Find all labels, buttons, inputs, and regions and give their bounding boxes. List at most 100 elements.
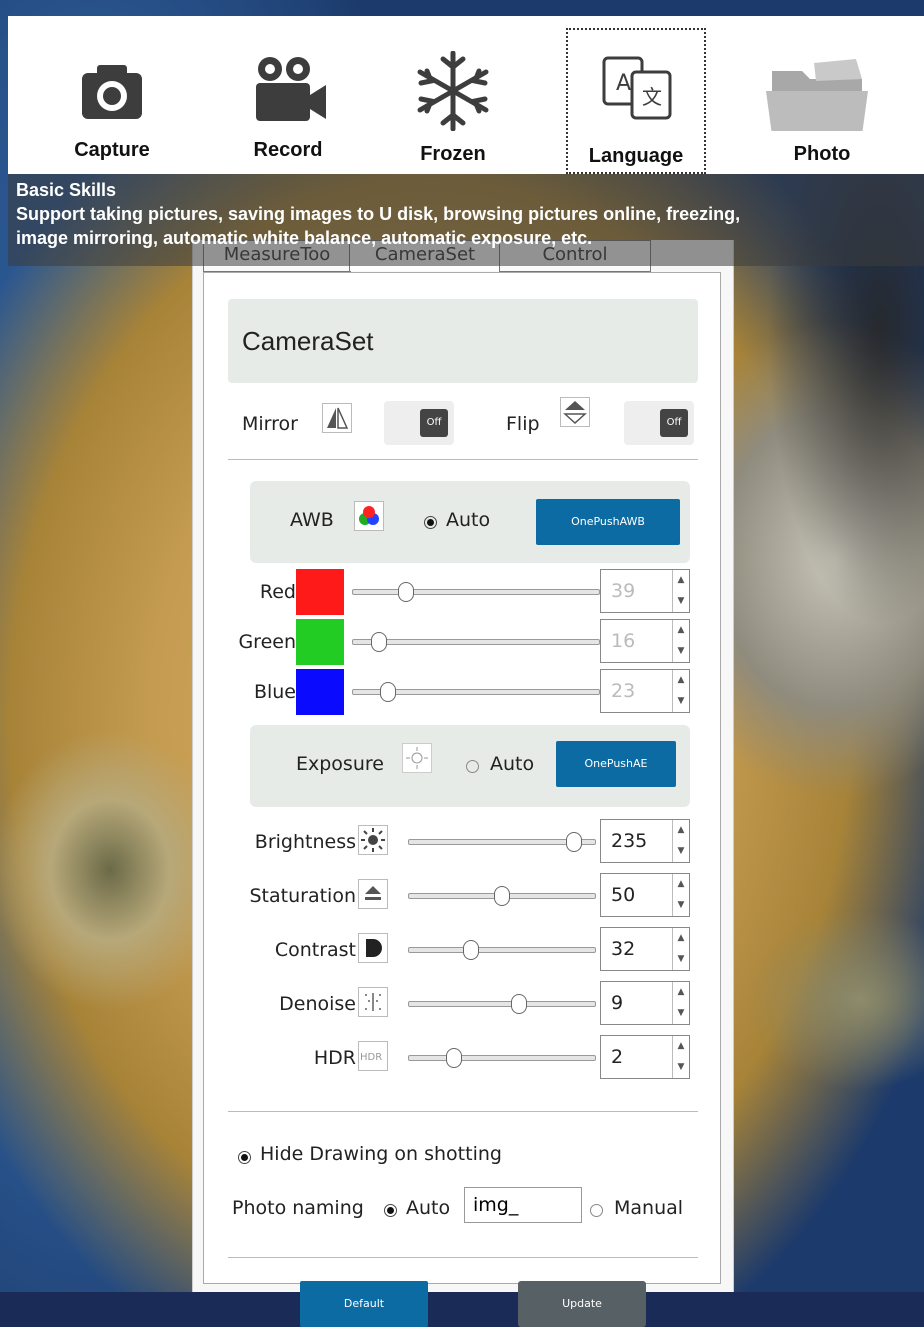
- adjust-value: 235: [611, 830, 648, 852]
- svg-text:文: 文: [642, 85, 662, 109]
- one-push-ae-button[interactable]: OnePushAE: [556, 741, 676, 787]
- adjust-value-spinbox[interactable]: 235 ▲ ▼: [600, 819, 690, 863]
- flip-icon: [560, 397, 590, 427]
- mirror-toggle-knob: Off: [420, 409, 448, 437]
- capture-button[interactable]: Capture: [42, 16, 182, 174]
- spin-arrows[interactable]: ▲ ▼: [672, 928, 689, 970]
- spin-arrows[interactable]: ▲ ▼: [672, 620, 689, 662]
- one-push-awb-button[interactable]: OnePushAWB: [536, 499, 680, 545]
- cameraset-page: CameraSet Mirror Off Flip Off AWB Auto O…: [203, 272, 721, 1327]
- adjust-slider-thumb[interactable]: [463, 940, 480, 960]
- channel-value: 39: [611, 580, 636, 602]
- photo-naming-label: Photo naming: [232, 1197, 364, 1219]
- record-label: Record: [253, 139, 323, 161]
- language-label: Language: [588, 145, 684, 167]
- adjust-slider-thumb[interactable]: [566, 832, 583, 852]
- mirror-icon: [322, 403, 352, 433]
- frozen-label: Frozen: [420, 143, 486, 165]
- exposure-auto-label: Auto: [490, 753, 535, 775]
- spin-arrows[interactable]: ▲ ▼: [672, 820, 689, 862]
- flip-toggle-knob: Off: [660, 409, 688, 437]
- caption-line-1: Support taking pictures, saving images t…: [16, 204, 741, 224]
- channel-label: Red: [259, 581, 296, 603]
- hdr-icon: HDR: [358, 1041, 388, 1071]
- channel-value-spinbox[interactable]: 39 ▲ ▼: [600, 569, 690, 613]
- update-button[interactable]: Update: [518, 1281, 646, 1327]
- awb-label: AWB: [290, 509, 334, 531]
- channel-value-spinbox[interactable]: 23 ▲ ▼: [600, 669, 690, 713]
- channel-slider-thumb[interactable]: [379, 682, 396, 702]
- divider: [228, 1257, 698, 1258]
- section-title: CameraSet: [228, 299, 698, 383]
- svg-text:A: A: [616, 71, 631, 96]
- settings-panel: MeasureToo CameraSet Control CameraSet M…: [192, 240, 734, 1327]
- spin-arrows[interactable]: ▲ ▼: [672, 874, 689, 916]
- default-button[interactable]: Default: [300, 1281, 428, 1327]
- caption-line-2: image mirroring, automatic white balance…: [16, 228, 593, 248]
- flip-label: Flip: [506, 413, 540, 435]
- adjust-slider[interactable]: [408, 1055, 596, 1061]
- naming-auto-label: Auto: [406, 1197, 451, 1219]
- adjust-slider-thumb[interactable]: [511, 994, 528, 1014]
- frozen-button[interactable]: Frozen: [383, 16, 523, 174]
- adjust-value-spinbox[interactable]: 2 ▲ ▼: [600, 1035, 690, 1079]
- photo-button[interactable]: Photo: [752, 16, 892, 174]
- language-button[interactable]: A 文 Language: [566, 28, 706, 174]
- adjust-value: 50: [611, 884, 636, 906]
- channel-slider-thumb[interactable]: [398, 582, 415, 602]
- naming-manual-label: Manual: [614, 1197, 684, 1219]
- channel-slider[interactable]: [352, 589, 600, 595]
- adjust-value-spinbox[interactable]: 50 ▲ ▼: [600, 873, 690, 917]
- spin-arrows[interactable]: ▲ ▼: [672, 670, 689, 712]
- capture-label: Capture: [74, 139, 150, 161]
- hide-drawing-radio[interactable]: [238, 1151, 251, 1164]
- divider: [228, 459, 698, 460]
- record-button[interactable]: Record: [218, 16, 358, 174]
- adjust-value: 9: [611, 992, 624, 1014]
- adjust-label: Denoise: [279, 993, 356, 1015]
- hdr-icon-text: HDR: [360, 1052, 382, 1063]
- adjust-value-spinbox[interactable]: 32 ▲ ▼: [600, 927, 690, 971]
- channel-color-swatch: [296, 669, 344, 715]
- flip-toggle[interactable]: Off: [624, 401, 694, 445]
- channel-value-spinbox[interactable]: 16 ▲ ▼: [600, 619, 690, 663]
- adjust-slider-thumb[interactable]: [445, 1048, 462, 1068]
- naming-auto-radio[interactable]: [384, 1204, 397, 1217]
- adjust-slider[interactable]: [408, 1001, 596, 1007]
- adjust-slider[interactable]: [408, 947, 596, 953]
- camera-icon: [42, 51, 182, 131]
- naming-manual-radio[interactable]: [590, 1204, 603, 1217]
- spin-arrows[interactable]: ▲ ▼: [672, 570, 689, 612]
- adjust-slider-thumb[interactable]: [494, 886, 510, 906]
- spin-arrows[interactable]: ▲ ▼: [672, 982, 689, 1024]
- mirror-label: Mirror: [242, 413, 298, 435]
- translate-icon: A 文: [566, 48, 706, 128]
- divider: [228, 1111, 698, 1112]
- color-balance-icon: [354, 501, 384, 531]
- adjust-label: HDR: [313, 1047, 356, 1069]
- channel-label: Blue: [253, 681, 296, 703]
- awb-auto-radio[interactable]: [424, 516, 437, 529]
- channel-slider-thumb[interactable]: [370, 632, 387, 652]
- snowflake-icon: [383, 50, 523, 132]
- mirror-toggle[interactable]: Off: [384, 401, 454, 445]
- video-camera-icon: [218, 51, 358, 131]
- brightness-icon: [358, 825, 388, 855]
- exposure-auto-radio[interactable]: [466, 760, 479, 773]
- denoise-icon: [358, 987, 388, 1017]
- naming-prefix-input[interactable]: img_: [464, 1187, 582, 1223]
- feature-caption: Basic Skills Support taking pictures, sa…: [8, 174, 924, 266]
- channel-color-swatch: [296, 569, 344, 615]
- adjust-value: 2: [611, 1046, 624, 1068]
- adjust-value-spinbox[interactable]: 9 ▲ ▼: [600, 981, 690, 1025]
- saturation-icon: [358, 879, 388, 909]
- channel-value: 16: [611, 630, 636, 652]
- channel-slider[interactable]: [352, 639, 600, 645]
- exposure-sun-icon: [402, 743, 432, 773]
- adjust-label: Contrast: [274, 939, 356, 961]
- adjust-value: 32: [611, 938, 636, 960]
- spin-arrows[interactable]: ▲ ▼: [672, 1036, 689, 1078]
- photo-label: Photo: [793, 143, 851, 165]
- folder-icon: [752, 51, 892, 135]
- hide-drawing-label: Hide Drawing on shotting: [260, 1143, 502, 1165]
